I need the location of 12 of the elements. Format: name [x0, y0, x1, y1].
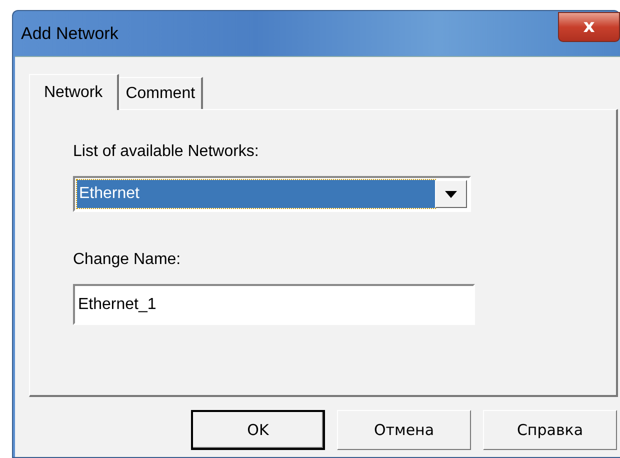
network-dropdown[interactable]: Ethernet — [73, 176, 471, 212]
dropdown-value: Ethernet — [77, 180, 435, 208]
tab[interactable]: Network — [29, 74, 119, 110]
dialog-button[interactable]: Справка — [483, 410, 617, 450]
close-button[interactable]: x — [558, 12, 620, 42]
field-label: List of available Networks: — [73, 142, 260, 162]
tab[interactable]: Comment — [118, 77, 204, 109]
dialog-button[interactable]: OK — [191, 410, 325, 450]
dialog-button[interactable]: Отмена — [337, 410, 471, 450]
field-label: Change Name: — [73, 250, 182, 270]
window-title: Add Network — [21, 24, 118, 44]
name-input-field[interactable]: Ethernet_1 — [73, 284, 475, 325]
